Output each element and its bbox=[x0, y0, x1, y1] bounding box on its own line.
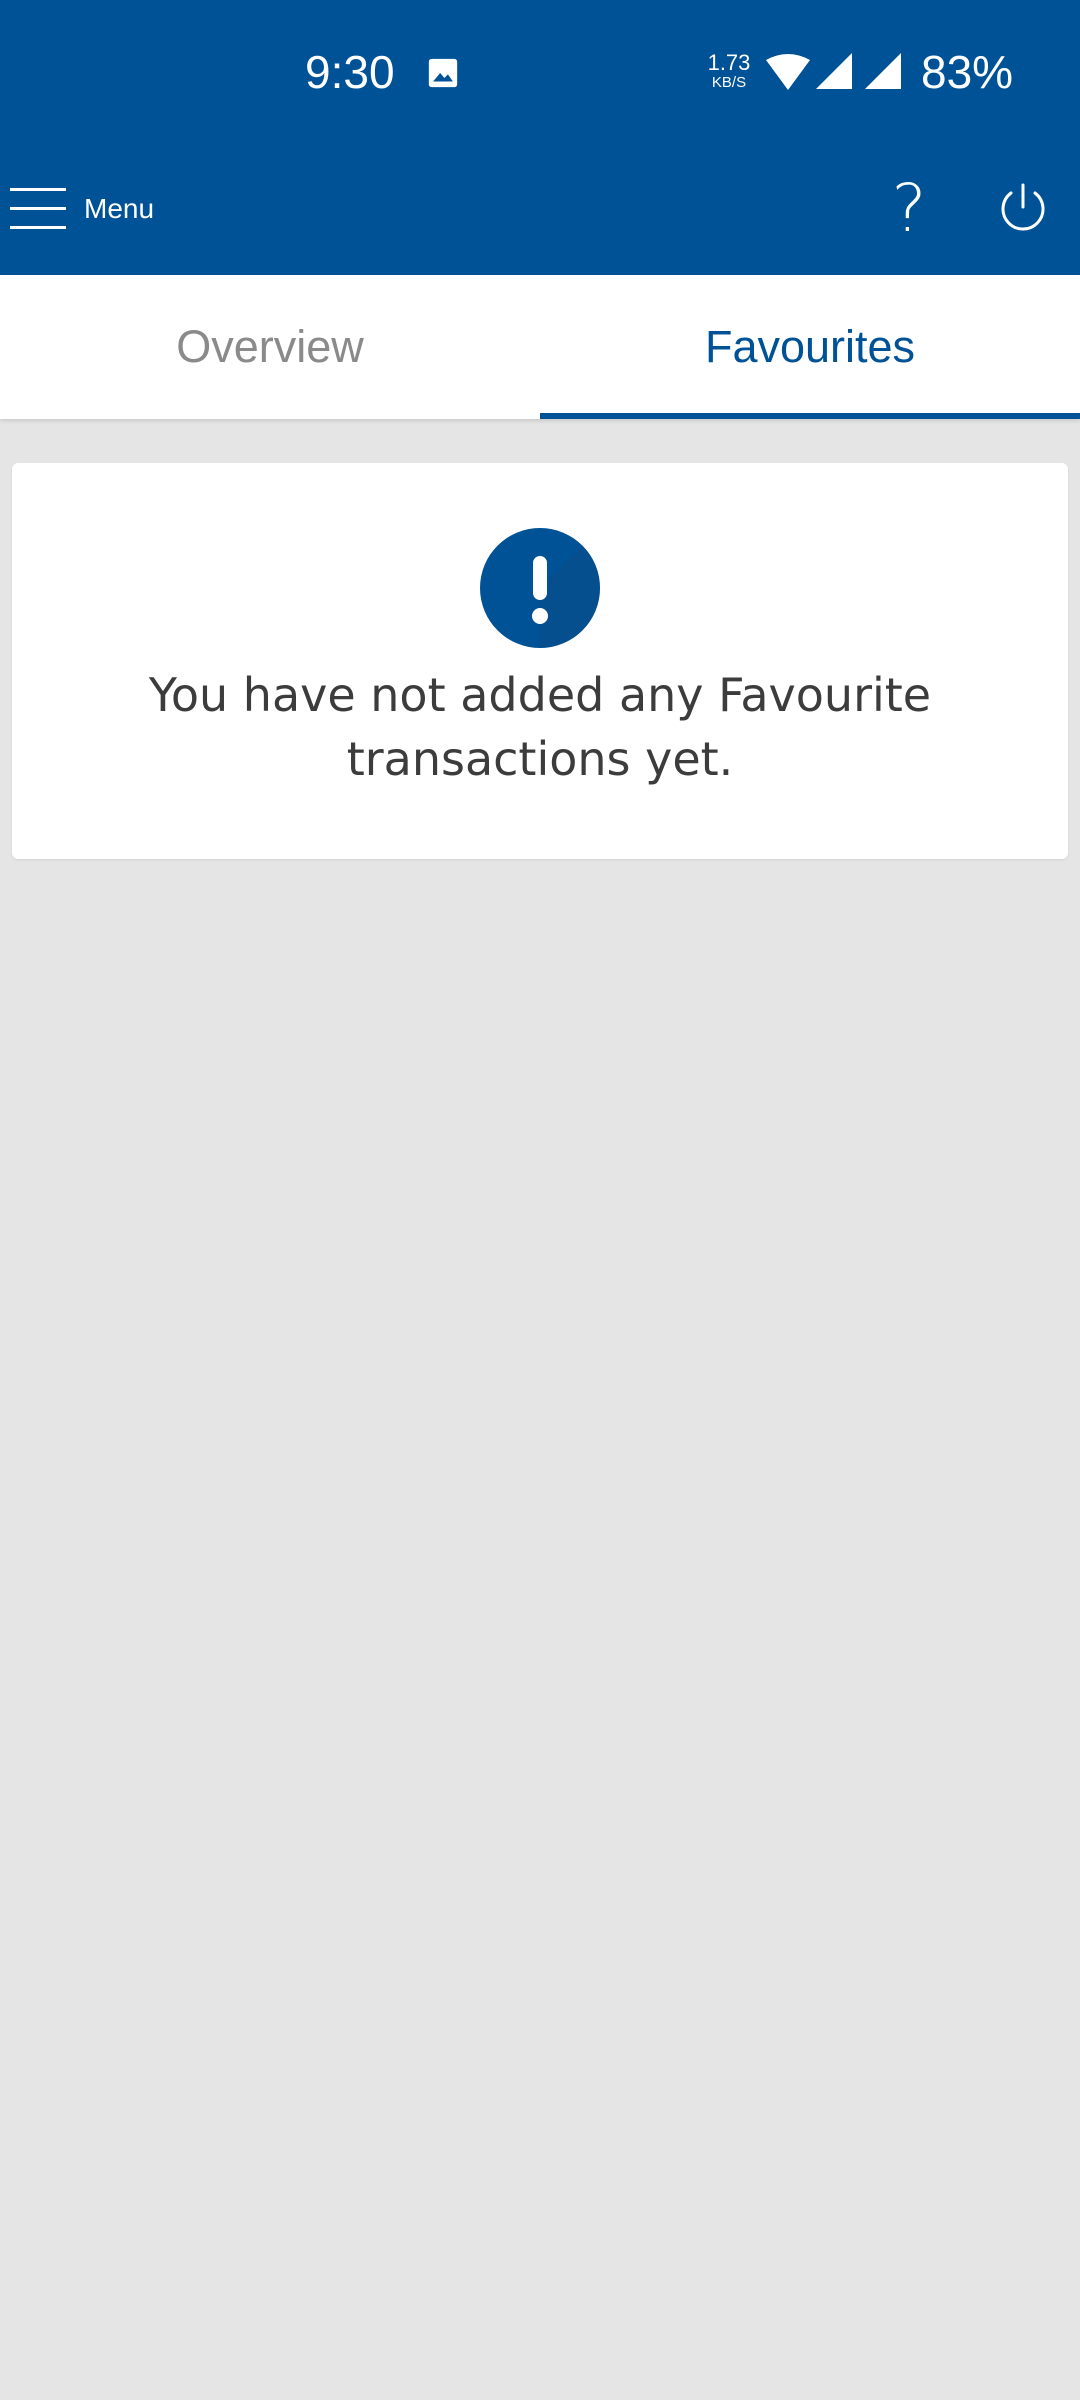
power-icon[interactable] bbox=[996, 171, 1050, 241]
battery-level: 83% bbox=[921, 46, 1014, 98]
network-speed: 1.73 KB/S bbox=[706, 50, 752, 92]
hamburger-menu-icon bbox=[10, 188, 66, 229]
exclamation-icon bbox=[480, 528, 600, 648]
empty-state-message: You have not added any Favourite transac… bbox=[148, 668, 932, 786]
top-app-bar: 9:30 1.73 KB/S 83% Menu ? bbox=[0, 0, 1080, 275]
help-button[interactable]: ? bbox=[876, 167, 942, 251]
network-speed-value: 1.73 bbox=[707, 50, 751, 75]
tab-bar: Overview Favourites bbox=[0, 275, 1080, 419]
menu-button[interactable]: Menu bbox=[8, 169, 168, 249]
wifi-icon bbox=[766, 54, 810, 90]
tab-overview[interactable]: Overview bbox=[0, 275, 540, 419]
app-header: Menu ? bbox=[0, 145, 1080, 275]
image-icon bbox=[428, 58, 458, 88]
selected-tab-indicator bbox=[540, 413, 1080, 419]
tab-favourites[interactable]: Favourites bbox=[540, 275, 1080, 419]
status-bar: 9:30 1.73 KB/S 83% bbox=[0, 0, 1080, 145]
menu-label: Menu bbox=[84, 193, 155, 224]
signal-icon bbox=[816, 53, 852, 89]
signal-icon bbox=[865, 53, 901, 89]
network-speed-unit: KB/S bbox=[711, 74, 747, 91]
empty-favourites-card: You have not added any Favourite transac… bbox=[12, 463, 1068, 859]
status-time: 9:30 bbox=[305, 46, 395, 98]
